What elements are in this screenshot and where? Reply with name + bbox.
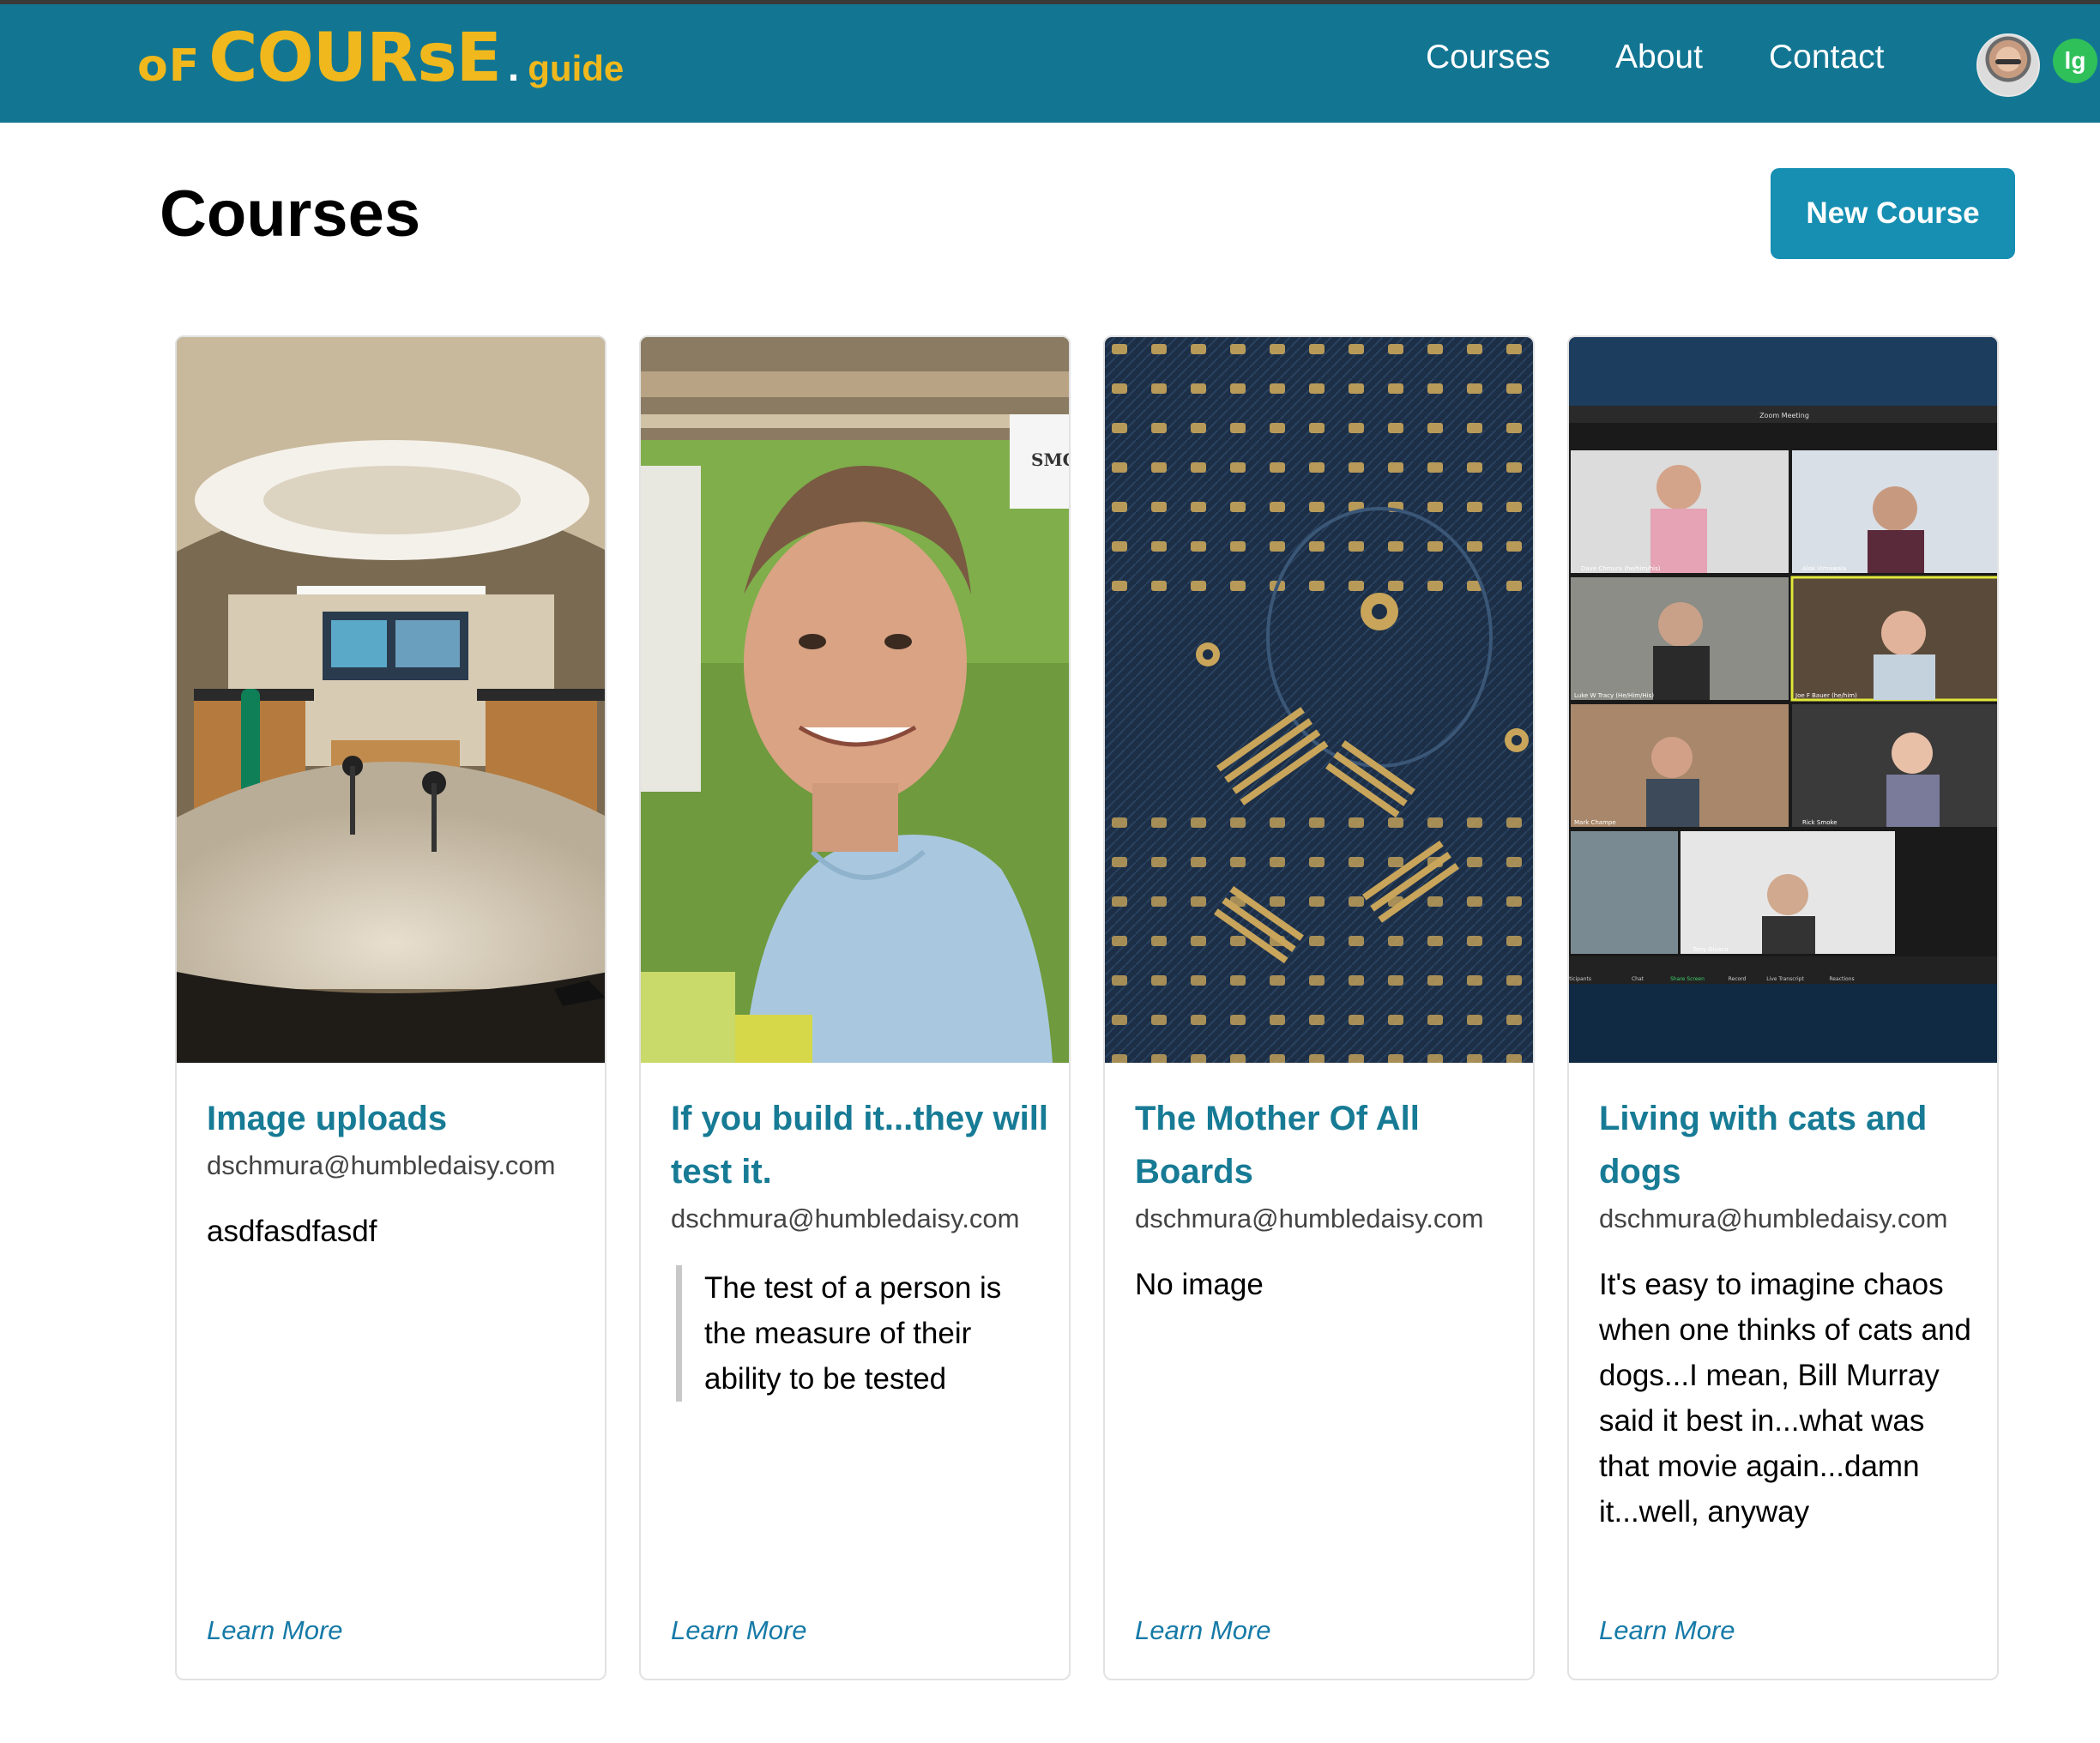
course-title[interactable]: If you build it...they will test it. bbox=[671, 1092, 1048, 1198]
logo-guide: guide bbox=[528, 48, 625, 88]
course-author-email: dschmura@humbledaisy.com bbox=[1135, 1203, 1484, 1233]
course-card: Image uploads dschmura@humbledaisy.com a… bbox=[175, 335, 606, 1680]
learn-more-link[interactable]: Learn More bbox=[671, 1615, 807, 1646]
learn-more-link[interactable]: Learn More bbox=[207, 1615, 343, 1646]
zoom-toolbar-label: Live Transcript bbox=[1766, 976, 1804, 982]
portrait-sign-text: SMC bbox=[1031, 449, 1069, 470]
course-card: Zoom Meeting Dave Chmura (he/him/his) Al… bbox=[1567, 335, 1999, 1680]
zoom-participant-name: Alok Vimawala bbox=[1802, 565, 1846, 572]
learn-more-link[interactable]: Learn More bbox=[1599, 1615, 1735, 1646]
zoom-window-title: Zoom Meeting bbox=[1759, 412, 1809, 419]
zoom-toolbar-label: articipants bbox=[1569, 976, 1591, 982]
course-image-portrait: SMC bbox=[641, 337, 1069, 1063]
card-body: Image uploads dschmura@humbledaisy.com a… bbox=[207, 1092, 584, 1254]
zoom-toolbar-label: Chat bbox=[1632, 976, 1644, 982]
card-body: The Mother Of All Boards dschmura@humble… bbox=[1135, 1092, 1512, 1307]
course-card: SMC If you build it...they will test it.… bbox=[639, 335, 1071, 1680]
zoom-toolbar-label: Share Screen bbox=[1670, 976, 1705, 982]
learn-more-link[interactable]: Learn More bbox=[1135, 1615, 1271, 1646]
zoom-participant-name: Rick Smoke bbox=[1802, 819, 1838, 826]
logo-course: COURsE bbox=[208, 20, 502, 97]
zoom-participant-name: Dave Chmura (he/him/his) bbox=[1581, 565, 1661, 572]
nav-contact-link[interactable]: Contact bbox=[1769, 39, 1884, 76]
page-title: Courses bbox=[160, 178, 421, 250]
nav-about-link[interactable]: About bbox=[1615, 39, 1703, 76]
course-author-email: dschmura@humbledaisy.com bbox=[207, 1150, 556, 1180]
card-body: If you build it...they will test it. dsc… bbox=[671, 1092, 1048, 1432]
course-description-quote: The test of a person is the measure of t… bbox=[676, 1265, 1048, 1402]
user-initials-badge[interactable]: lg bbox=[2053, 39, 2097, 83]
course-author-email: dschmura@humbledaisy.com bbox=[1599, 1203, 1948, 1233]
course-card: The Mother Of All Boards dschmura@humble… bbox=[1103, 335, 1535, 1680]
course-title[interactable]: Image uploads bbox=[207, 1092, 584, 1145]
zoom-participant-name: Mark Champe bbox=[1574, 819, 1616, 826]
nav-courses-link[interactable]: Courses bbox=[1426, 39, 1550, 76]
course-image-lab bbox=[177, 337, 605, 1063]
navbar: oF COURsE . guide Courses About Contact … bbox=[0, 4, 2100, 123]
new-course-button[interactable]: New Course bbox=[1771, 168, 2015, 259]
course-description: It's easy to imagine chaos when one thin… bbox=[1599, 1268, 1971, 1529]
zoom-toolbar-label: Reactions bbox=[1829, 976, 1854, 982]
zoom-participant-name: Luke W Tracy (He/Him/His) bbox=[1574, 692, 1654, 699]
card-body: Living with cats and dogs dschmura@humbl… bbox=[1599, 1092, 1976, 1535]
course-description: No image bbox=[1135, 1268, 1264, 1301]
user-avatar[interactable] bbox=[1976, 33, 2040, 97]
course-description: asdfasdfasdf bbox=[207, 1215, 377, 1248]
course-image-zoom-meeting: Zoom Meeting Dave Chmura (he/him/his) Al… bbox=[1569, 337, 1997, 1063]
course-author-email: dschmura@humbledaisy.com bbox=[671, 1203, 1020, 1233]
course-title[interactable]: The Mother Of All Boards bbox=[1135, 1092, 1512, 1198]
brand-logo[interactable]: oF COURsE . guide bbox=[137, 20, 624, 97]
course-title[interactable]: Living with cats and dogs bbox=[1599, 1092, 1976, 1198]
zoom-participant-name: Joe F Bauer (he/him) bbox=[1795, 692, 1857, 699]
course-image-circuit-board bbox=[1105, 337, 1533, 1063]
logo-of: oF bbox=[137, 40, 201, 92]
zoom-toolbar-label: Record bbox=[1729, 976, 1747, 982]
logo-dot: . bbox=[507, 45, 520, 90]
zoom-participant-name: Tony Giusca bbox=[1692, 946, 1729, 953]
